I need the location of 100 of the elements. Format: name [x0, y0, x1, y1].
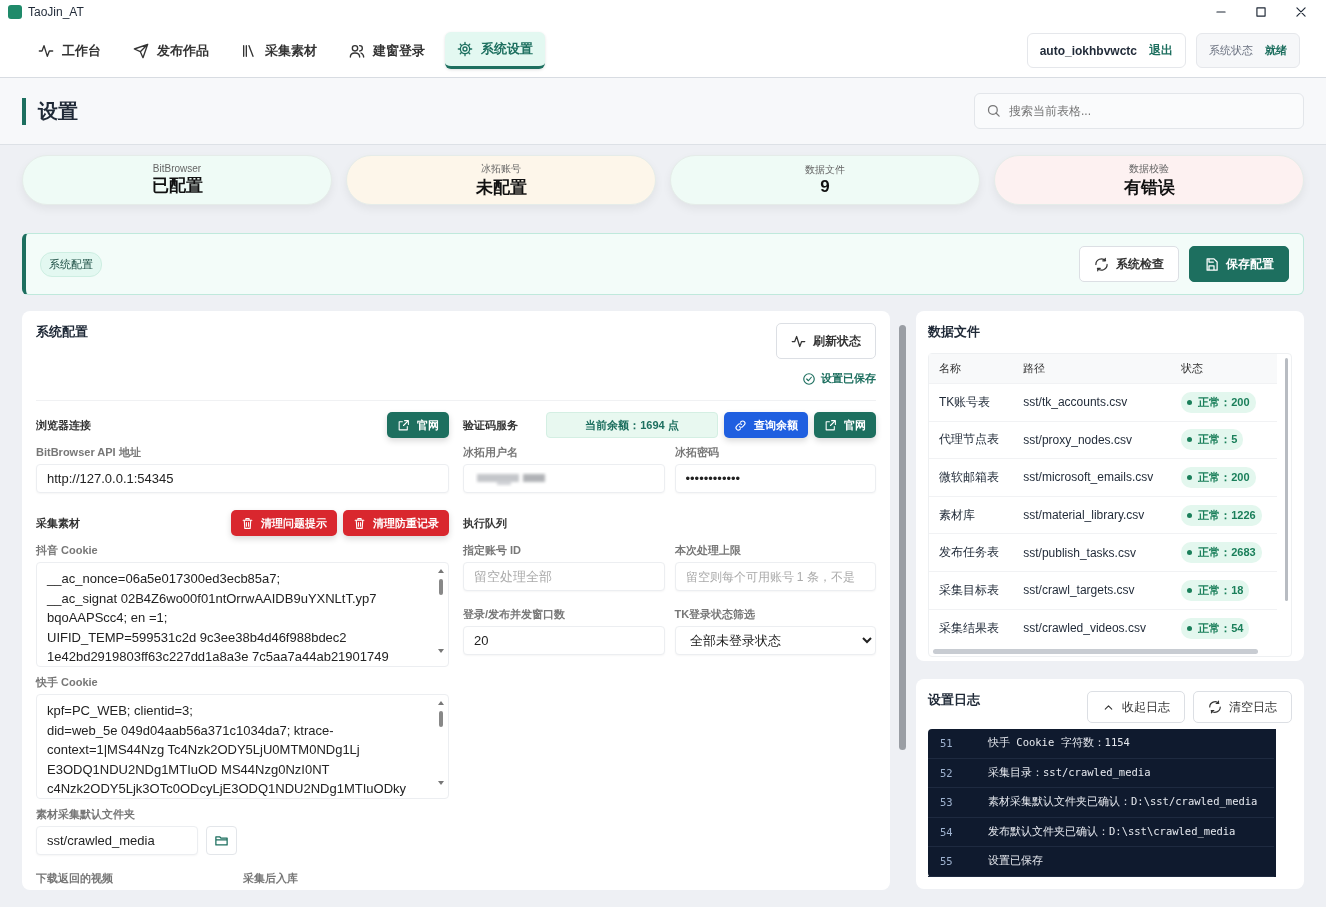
field-label: 抖音 Cookie — [36, 543, 99, 558]
trash-icon — [241, 516, 254, 530]
stat-value: 有错误 — [1123, 176, 1175, 199]
refresh-icon — [1094, 256, 1109, 272]
balance-display: 当前余额：1694 点 — [546, 412, 718, 438]
card-title: 数据文件 — [928, 323, 981, 341]
log-button[interactable]: 收起日志 — [1087, 691, 1185, 723]
account-id-field[interactable]: 留空处理全部 — [463, 562, 665, 591]
status-tag: 正常：18 — [1181, 579, 1250, 601]
status-tag: 正常：200 — [1181, 467, 1256, 488]
refresh-icon — [1208, 700, 1222, 714]
website-button[interactable]: 官网 — [387, 412, 449, 438]
log-entry: 素材采集默认文件夹已确认：D:\sst/crawled_media — [988, 795, 1258, 810]
table-cell: 发布任务表 — [929, 533, 1014, 572]
window-count-field[interactable]: 20 — [463, 626, 665, 655]
logout-link[interactable]: 退出 — [1149, 42, 1173, 59]
column-header: 名称 — [929, 354, 1014, 384]
log-entry: 设置已保存 — [988, 854, 1043, 869]
table-cell: sst/material_library.csv — [1013, 496, 1172, 534]
field-label: BitBrowser API 地址 — [36, 445, 142, 460]
field-label: 指定账号 ID — [463, 543, 523, 558]
cookie-field[interactable]: kpf=PC_WEB; clientid=3; did=web_5e 049d04aab56a371c1034da7; ktrace- context=1|MS44Nzg Tc4Nzk2ODY5LjU0MTM0NDg1Lj E3ODQ1NDU2NDg1MTIuOD MS44Nzg0NzI0NT c4Nzk2ODY5Ljk3OTc0ODcyLjE3ODQ1NDU2NDg1MTIuODky — [36, 694, 449, 799]
log-entry: 发布默认文件夹已确认：D:\sst\crawled_media — [988, 824, 1236, 839]
table-cell: sst/tk_accounts.csv — [1013, 383, 1172, 422]
username: auto_iokhbvwctc — [1039, 43, 1137, 58]
column-header: 状态 — [1171, 354, 1277, 384]
clear-button[interactable]: 清理问题提示 — [231, 510, 337, 536]
stat-value: 9 — [820, 177, 830, 197]
app-logo-icon — [8, 5, 22, 19]
pulse-icon — [38, 42, 54, 59]
saved-status: 设置已保存 — [821, 371, 876, 386]
check-circle-icon — [802, 371, 816, 386]
table-cell: 微软邮箱表 — [929, 458, 1014, 497]
refresh-status-button[interactable]: 刷新状态 — [776, 323, 876, 359]
folder-button[interactable] — [206, 826, 237, 855]
save-icon — [1204, 256, 1219, 272]
query-balance-button[interactable]: 查询余额 — [724, 412, 808, 438]
external-link-icon — [397, 418, 410, 432]
field-label: 本次处理上限 — [674, 543, 742, 558]
field-label: 采集后入库 — [242, 871, 299, 886]
line-number: 53 — [939, 796, 954, 809]
nav-tab[interactable]: 建窗登录 — [337, 33, 437, 68]
clear-button[interactable]: 清理防重记录 — [343, 510, 449, 536]
stat-value: 已配置 — [151, 175, 203, 197]
card-title: 设置日志 — [928, 691, 980, 709]
close-icon — [1294, 5, 1308, 19]
folder-field[interactable]: sst/crawled_media — [36, 826, 198, 855]
field-label: 冰拓密码 — [674, 445, 720, 460]
website-button[interactable]: 官网 — [814, 412, 876, 438]
stat-label: 数据文件 — [805, 163, 845, 177]
section-tag: 系统配置 — [40, 251, 102, 277]
status-tag: 正常：54 — [1181, 617, 1250, 639]
scrollbar[interactable] — [933, 648, 1258, 654]
field-label: 冰拓用户名 — [463, 445, 519, 460]
table-cell: TK账号表 — [929, 383, 1014, 422]
password-field[interactable]: •••••••••••• — [674, 464, 876, 493]
nav-tab[interactable]: 工作台 — [26, 33, 113, 68]
save-config-button[interactable]: 保存配置 — [1189, 246, 1289, 282]
table-cell: sst/microsoft_emails.csv — [1013, 458, 1172, 497]
field-label: 快手 Cookie — [36, 675, 99, 690]
stat-label: BitBrowser — [152, 163, 202, 174]
nav-tab[interactable]: 采集素材 — [229, 33, 329, 68]
scrollbar[interactable] — [1285, 358, 1288, 601]
field-label: TK登录状态筛选 — [674, 607, 757, 622]
api-url-field[interactable]: http://127.0.0.1:54345 — [36, 464, 449, 493]
stat-value: 未配置 — [475, 176, 527, 199]
field-label: 素材采集默认文件夹 — [36, 807, 136, 822]
line-number: 52 — [939, 766, 954, 779]
log-button[interactable]: 清空日志 — [1193, 691, 1292, 723]
folder-icon — [214, 833, 229, 848]
library-icon — [241, 42, 257, 59]
table-cell: sst/crawled_videos.csv — [1013, 609, 1172, 647]
window-title: TaoJin_AT — [28, 5, 84, 19]
maximize-icon — [1254, 5, 1268, 19]
status-label: 系统状态 — [1209, 43, 1253, 58]
status-tag: 正常：2683 — [1181, 542, 1262, 564]
link-icon — [734, 418, 747, 432]
section-heading: 浏览器连接 — [36, 417, 91, 433]
nav-tab[interactable]: 系统设置 — [445, 32, 545, 69]
table-cell: sst/crawl_targets.csv — [1013, 571, 1172, 610]
cookie-field[interactable]: __ac_nonce=06a5e017300ed3ecb85a7; __ac_signat 02B4Z6wo00f01ntOrrwAAIDB9uYXNLtT.yp7 bqoAAPScc4; en =1; UIFID_TEMP=599531c2d 9c3ee38b4d46f988bdec2 1e42bd2919803ff63c227dd1a8a3e 7c5aa7a44ab21901749 — [36, 562, 449, 667]
table-cell: 采集结果表 — [929, 609, 1014, 647]
section-heading: 采集素材 — [36, 515, 80, 531]
trash-icon — [353, 516, 366, 530]
table-cell: 代理节点表 — [929, 421, 1014, 459]
system-check-button[interactable]: 系统检查 — [1079, 246, 1179, 282]
nav-tab[interactable]: 发布作品 — [121, 33, 221, 68]
log-entry: 采集目录：sst/crawled_media — [988, 765, 1151, 780]
stat-label: 冰拓账号 — [481, 161, 521, 176]
table-cell: 采集目标表 — [929, 571, 1014, 610]
table-cell: 素材库 — [929, 496, 1014, 534]
stat-label: 数据校验 — [1129, 161, 1169, 176]
field-label: 下载返回的视频 — [36, 871, 114, 886]
username-field[interactable] — [463, 464, 665, 493]
limit-field[interactable]: 留空则每个可用账号 1 条，不是 — [674, 562, 876, 591]
external-link-icon — [824, 418, 837, 432]
status-filter-dropdown[interactable]: 全部未登录状态 — [674, 626, 876, 655]
search-field[interactable]: 搜索当前表格... — [974, 93, 1304, 129]
section-heading: 验证码服务 — [463, 417, 518, 433]
column-header: 路径 — [1013, 354, 1172, 384]
